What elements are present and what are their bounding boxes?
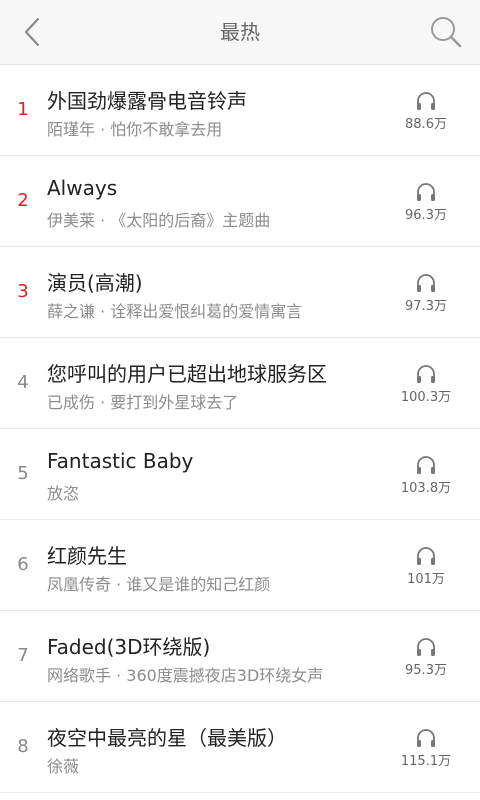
song-subtitle: 伊美莱 · 《太阳的后裔》主题曲: [47, 211, 271, 230]
rank-number: 4: [17, 372, 29, 393]
play-count-value: 101万: [407, 572, 445, 587]
play-count-value: 96.3万: [405, 208, 447, 223]
list-item[interactable]: 6 红颜先生 凤凰传奇 · 谁又是谁的知己红颜 101万: [0, 520, 480, 611]
list-item[interactable]: 8 夜空中最亮的星（最美版） 徐薇 115.1万: [0, 702, 480, 793]
list-item[interactable]: 4 您呼叫的用户已超出地球服务区 已成伤 · 要打到外星球去了 100.3万: [0, 338, 480, 429]
play-count: 103.8万: [390, 455, 462, 496]
headphones-icon: [417, 92, 435, 110]
song-title: 外国劲爆露骨电音铃声: [47, 89, 247, 113]
headphones-icon: [417, 547, 435, 565]
song-subtitle: 网络歌手 · 360度震撼夜店3D环绕女声: [47, 666, 324, 685]
play-count-value: 95.3万: [405, 663, 447, 678]
page-title: 最热: [220, 20, 260, 44]
play-count: 96.3万: [390, 182, 462, 223]
play-count: 115.1万: [390, 728, 462, 769]
headphones-icon: [417, 365, 435, 383]
song-subtitle: 放恣: [47, 484, 80, 503]
rank-number: 8: [17, 736, 29, 757]
play-count: 101万: [390, 546, 462, 587]
rank-number: 2: [17, 190, 29, 211]
headphones-icon: [417, 456, 435, 474]
list-item[interactable]: 5 Fantastic Baby 放恣 103.8万: [0, 429, 480, 520]
song-list: 1 外国劲爆露骨电音铃声 陌瑾年 · 怕你不敢拿去用 88.6万 2 Alway…: [0, 65, 480, 793]
headphones-icon: [417, 274, 435, 292]
song-title: Fantastic Baby: [47, 449, 194, 473]
song-title: 红颜先生: [47, 544, 127, 568]
song-title: 演员(高潮): [47, 271, 143, 295]
song-subtitle: 徐薇: [47, 757, 80, 776]
song-subtitle: 薛之谦 · 诠释出爱恨纠葛的爱情寓言: [47, 302, 303, 321]
play-count: 95.3万: [390, 637, 462, 678]
play-count-value: 115.1万: [400, 754, 452, 769]
list-item[interactable]: 3 演员(高潮) 薛之谦 · 诠释出爱恨纠葛的爱情寓言 97.3万: [0, 247, 480, 338]
play-count: 97.3万: [390, 273, 462, 314]
song-subtitle: 已成伤 · 要打到外星球去了: [47, 393, 239, 412]
list-item[interactable]: 7 Faded(3D环绕版) 网络歌手 · 360度震撼夜店3D环绕女声 95.…: [0, 611, 480, 702]
song-title: Always: [47, 176, 118, 200]
song-title: 夜空中最亮的星（最美版）: [47, 726, 287, 750]
song-title: 您呼叫的用户已超出地球服务区: [47, 362, 327, 386]
song-subtitle: 陌瑾年 · 怕你不敢拿去用: [47, 120, 223, 139]
play-count-value: 97.3万: [405, 299, 447, 314]
headphones-icon: [417, 729, 435, 747]
play-count: 88.6万: [390, 91, 462, 132]
play-count-value: 88.6万: [405, 117, 447, 132]
search-icon: [431, 17, 462, 48]
song-subtitle: 凤凰传奇 · 谁又是谁的知己红颜: [47, 575, 271, 594]
play-count-value: 100.3万: [400, 390, 452, 405]
rank-number: 3: [17, 281, 29, 302]
rank-number: 5: [17, 463, 29, 484]
list-item[interactable]: 2 Always 伊美莱 · 《太阳的后裔》主题曲 96.3万: [0, 156, 480, 247]
song-title: Faded(3D环绕版): [47, 635, 211, 659]
search-button[interactable]: [426, 12, 466, 52]
play-count-value: 103.8万: [400, 481, 452, 496]
rank-number: 7: [17, 645, 29, 666]
headphones-icon: [417, 183, 435, 201]
headphones-icon: [417, 638, 435, 656]
rank-number: 6: [17, 554, 29, 575]
play-count: 100.3万: [390, 364, 462, 405]
rank-number: 1: [17, 99, 29, 120]
top-bar: 最热: [0, 0, 480, 65]
list-item[interactable]: 1 外国劲爆露骨电音铃声 陌瑾年 · 怕你不敢拿去用 88.6万: [0, 65, 480, 156]
